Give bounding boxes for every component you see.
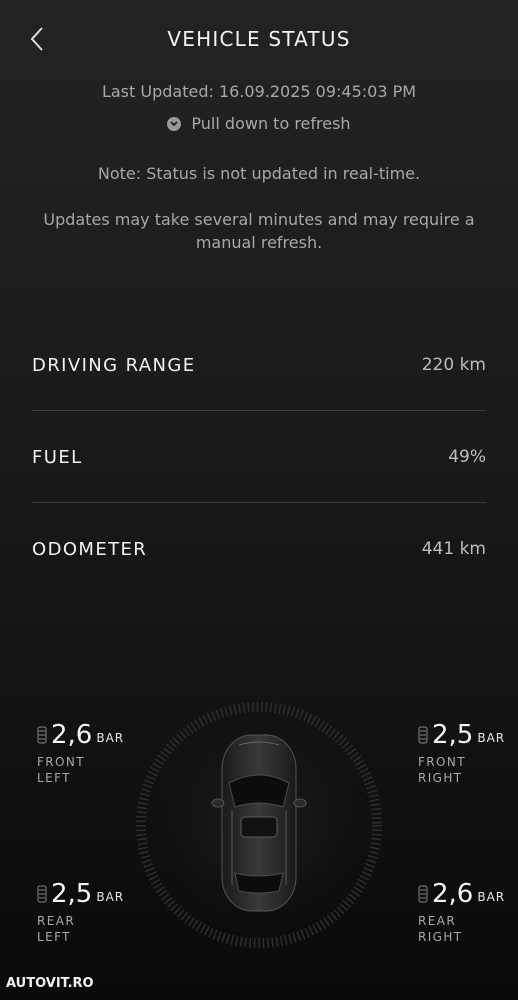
header: VEHICLE STATUS: [0, 0, 518, 78]
vehicle-top-view: [129, 695, 389, 955]
metric-row-fuel: FUEL 49%: [32, 411, 486, 503]
tyre-icon: [37, 885, 47, 903]
tyre-position: REAR: [37, 914, 76, 928]
metric-label: DRIVING RANGE: [32, 354, 196, 376]
last-updated-text: Last Updated: 16.09.2025 09:45:03 PM: [101, 82, 417, 101]
tyre-position: RIGHT: [418, 930, 463, 944]
tyre-rear-right: 2,6 BAR REAR RIGHT: [418, 875, 518, 945]
pull-to-refresh[interactable]: Pull down to refresh: [0, 114, 518, 133]
tyre-position: FRONT: [418, 755, 466, 769]
tyre-front-left: 2,6 BAR FRONT LEFT: [37, 716, 157, 786]
tyre-front-right: 2,5 BAR FRONT RIGHT: [418, 716, 518, 786]
tyre-pressure-value: 2,6: [432, 879, 474, 909]
metric-value: 49%: [448, 447, 486, 467]
watermark: AUTOVIT.RO: [6, 976, 94, 991]
note-detail-text: Updates may take several minutes and may…: [43, 210, 475, 252]
metric-row-driving-range: DRIVING RANGE 220 km: [32, 319, 486, 411]
refresh-hint-text: Pull down to refresh: [191, 114, 351, 133]
tyre-icon: [418, 726, 428, 744]
tyre-pressure-value: 2,6: [51, 720, 93, 750]
tyre-icon: [37, 726, 47, 744]
tyre-pressure-unit: BAR: [477, 731, 506, 745]
tyre-pressure-value: 2,5: [432, 720, 474, 750]
tyre-pressure-unit: BAR: [96, 890, 125, 904]
tyre-position: RIGHT: [418, 771, 463, 785]
metric-value: 441 km: [421, 539, 486, 559]
tyre-rear-left: 2,5 BAR REAR LEFT: [37, 875, 157, 945]
tyre-position: FRONT: [37, 755, 85, 769]
tyre-pressure-unit: BAR: [477, 890, 506, 904]
chevron-down-icon: [167, 116, 182, 131]
metric-label: ODOMETER: [32, 538, 148, 560]
tyre-position: LEFT: [37, 930, 71, 944]
note-text: Note: Status is not updated in real-time…: [97, 164, 421, 183]
tyre-pressure-value: 2,5: [51, 879, 93, 909]
tyre-pressure-unit: BAR: [96, 731, 125, 745]
page-title: VEHICLE STATUS: [167, 27, 351, 51]
metric-value: 220 km: [421, 355, 486, 375]
tyre-position: LEFT: [37, 771, 71, 785]
metric-label: FUEL: [32, 446, 83, 468]
tyre-position: REAR: [418, 914, 457, 928]
tyre-icon: [418, 885, 428, 903]
metric-row-odometer: ODOMETER 441 km: [32, 503, 486, 595]
